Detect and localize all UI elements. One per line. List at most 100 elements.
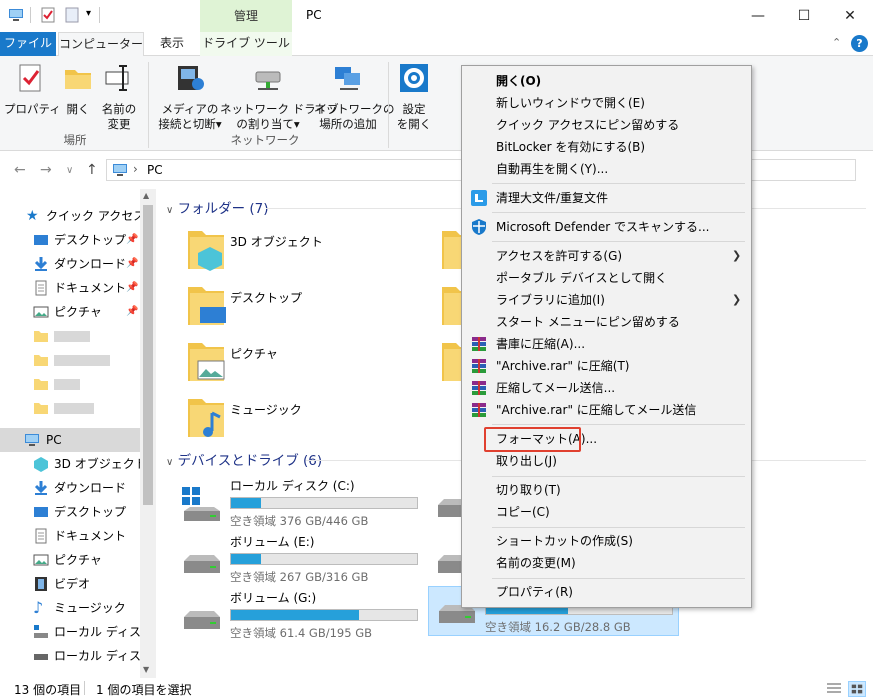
menu-item-compress-rar[interactable]: "Archive.rar" に圧縮(T) [462, 355, 751, 377]
nav-item-documents[interactable]: ドキュメント 📌 [0, 276, 140, 300]
chevron-down-icon: ∨ [166, 457, 174, 468]
drive-c[interactable]: ローカル ディスク (C:) 空き領域 376 GB/446 GB [180, 477, 430, 533]
forward-arrow-icon[interactable]: → [40, 162, 52, 178]
scroll-up-icon[interactable]: ▲ [143, 191, 149, 200]
menu-item-open-new-window[interactable]: 新しいウィンドウで開く(E) [462, 92, 751, 114]
large-icons-view-icon[interactable] [848, 681, 866, 697]
nav-pc-item-documents[interactable]: ドキュメント [0, 524, 140, 548]
drives-group-header[interactable]: ∨ デバイスとドライブ (6) [166, 449, 322, 469]
redacted-label [54, 379, 80, 390]
tab-file[interactable]: ファイル [0, 32, 56, 56]
nav-pc-item-local-disk-d[interactable]: ローカル ディスク (D [0, 644, 140, 668]
winrar-icon [472, 403, 486, 417]
add-network-location-button[interactable]: ネットワークの 場所の追加 [314, 62, 395, 132]
menu-item-pin-start[interactable]: スタート メニューにピン留めする [462, 311, 751, 333]
tab-view[interactable]: 表示 [146, 32, 198, 56]
folder-desktop[interactable]: デスクトップ [184, 283, 404, 339]
cube-3d-icon [34, 457, 48, 472]
defender-shield-icon [472, 219, 486, 235]
collapse-ribbon-icon[interactable]: ⌃ [832, 36, 841, 49]
menu-item-compress-archive[interactable]: 書庫に圧縮(A)... [462, 333, 751, 355]
rename-button[interactable]: 名前の 変更 [98, 62, 140, 132]
menu-item-compress-email[interactable]: 圧縮してメール送信... [462, 377, 751, 399]
nav-item-pictures[interactable]: ピクチャ 📌 [0, 300, 140, 324]
menu-item-clean-large-files[interactable]: 清理大文件/重复文件 [462, 187, 751, 209]
breadcrumb-pc[interactable]: PC [147, 163, 163, 177]
menu-item-autoplay[interactable]: 自動再生を開く(Y)... [462, 158, 751, 180]
network-location-icon [335, 67, 360, 90]
scroll-down-icon[interactable]: ▼ [143, 665, 149, 674]
nav-item-label: 3D オブジェクト [54, 457, 140, 471]
nav-item-blurred-folder[interactable] [0, 324, 140, 348]
ribbon-tabs: ファイル コンピューター 表示 ドライブ ツール ⌃ ? [0, 32, 873, 57]
menu-item-pin-quick-access[interactable]: クイック アクセスにピン留めする [462, 114, 751, 136]
nav-item-label: ダウンロード [54, 257, 127, 271]
status-item-count: 13 個の項目 [14, 683, 82, 697]
close-button[interactable]: ✕ [827, 0, 873, 32]
nav-pc-item-music[interactable]: ♪ ミュージック [0, 596, 140, 620]
nav-item-blurred-folder[interactable] [0, 372, 140, 396]
quick-access-dropdown-icon[interactable]: ▾ [86, 8, 91, 19]
menu-item-give-access[interactable]: アクセスを許可する(G) ❯ [462, 245, 751, 267]
redacted-label [54, 403, 94, 414]
menu-item-bitlocker[interactable]: BitLocker を有効にする(B) [462, 136, 751, 158]
title-bar: ▾ 管理 PC — ☐ ✕ [0, 0, 873, 32]
folders-group-header[interactable]: ∨ フォルダー (7) [166, 197, 269, 217]
pin-icon: 📌 [126, 306, 139, 317]
media-connect-button[interactable]: メディアの 接続と切断▾ [156, 62, 224, 132]
menu-item-rename[interactable]: 名前の変更(M) [462, 552, 751, 574]
tab-computer[interactable]: コンピューター [58, 32, 144, 57]
nav-pc-item-videos[interactable]: ビデオ [0, 572, 140, 596]
menu-item-create-shortcut[interactable]: ショートカットの作成(S) [462, 530, 751, 552]
properties-check-icon[interactable] [40, 7, 56, 23]
help-icon[interactable]: ? [851, 35, 868, 52]
rename-icon [105, 65, 129, 91]
nav-pc-item-local-disk-c[interactable]: ローカル ディスク (C [0, 620, 140, 644]
drive-e[interactable]: ボリューム (E:) 空き領域 267 GB/316 GB [180, 533, 430, 589]
menu-item-cut[interactable]: 切り取り(T) [462, 479, 751, 501]
details-view-icon[interactable] [826, 682, 842, 696]
drive-icon [34, 654, 48, 660]
folder-3d-objects-icon [188, 231, 224, 271]
folder-3d-objects[interactable]: 3D オブジェクト [184, 227, 404, 283]
menu-item-properties[interactable]: プロパティ(R) [462, 581, 751, 603]
folder-pictures[interactable]: ピクチャ [184, 339, 404, 395]
back-arrow-icon[interactable]: ← [14, 162, 26, 178]
music-note-icon: ♪ [33, 598, 44, 617]
map-network-drive-button[interactable]: ネットワーク ドライブ の割り当て▾ [220, 62, 339, 132]
nav-item-blurred-folder[interactable] [0, 348, 140, 372]
menu-item-eject[interactable]: 取り出し(J) [462, 450, 751, 472]
document-icon [35, 280, 47, 296]
nav-scrollbar-thumb[interactable] [143, 205, 153, 505]
nav-item-desktop[interactable]: デスクトップ 📌 [0, 228, 140, 252]
folder-music[interactable]: ミュージック [184, 395, 404, 451]
drive-g[interactable]: ボリューム (G:) 空き領域 61.4 GB/195 GB [180, 589, 430, 645]
nav-pc[interactable]: PC [0, 428, 140, 452]
minimize-button[interactable]: — [735, 0, 781, 32]
menu-item-open-portable[interactable]: ポータブル デバイスとして開く [462, 267, 751, 289]
menu-item-add-library[interactable]: ライブラリに追加(I) ❯ [462, 289, 751, 311]
nav-pc-item-3d-objects[interactable]: 3D オブジェクト [0, 452, 140, 476]
nav-pc-item-downloads[interactable]: ダウンロード [0, 476, 140, 500]
new-folder-icon[interactable] [64, 7, 80, 23]
menu-item-open[interactable]: 開く(O) [462, 70, 751, 92]
recent-dropdown-icon[interactable]: ∨ [66, 165, 73, 176]
maximize-button[interactable]: ☐ [781, 0, 827, 32]
nav-item-blurred-folder[interactable] [0, 396, 140, 420]
nav-pc-item-pictures[interactable]: ピクチャ [0, 548, 140, 572]
tab-drive-tools[interactable]: ドライブ ツール [200, 32, 292, 56]
menu-item-compress-rar-email[interactable]: "Archive.rar" に圧縮してメール送信 [462, 399, 751, 421]
menu-item-defender-scan[interactable]: Microsoft Defender でスキャンする... [462, 216, 751, 238]
pin-icon: 📌 [126, 258, 139, 269]
nav-item-downloads[interactable]: ダウンロード 📌 [0, 252, 140, 276]
properties-button[interactable]: プロパティ [4, 62, 61, 117]
up-arrow-icon[interactable]: ↑ [86, 162, 98, 178]
menu-item-copy[interactable]: コピー(C) [462, 501, 751, 523]
nav-quick-access-label: クイック アクセス [46, 209, 140, 223]
nav-pc-item-desktop[interactable]: デスクトップ [0, 500, 140, 524]
open-button[interactable]: 開く [58, 62, 98, 117]
nav-quick-access[interactable]: ★ クイック アクセス [0, 204, 140, 228]
menu-separator [492, 241, 745, 242]
open-settings-button[interactable]: 設定 を開く [394, 62, 434, 132]
drive-usage-bar [230, 497, 418, 509]
